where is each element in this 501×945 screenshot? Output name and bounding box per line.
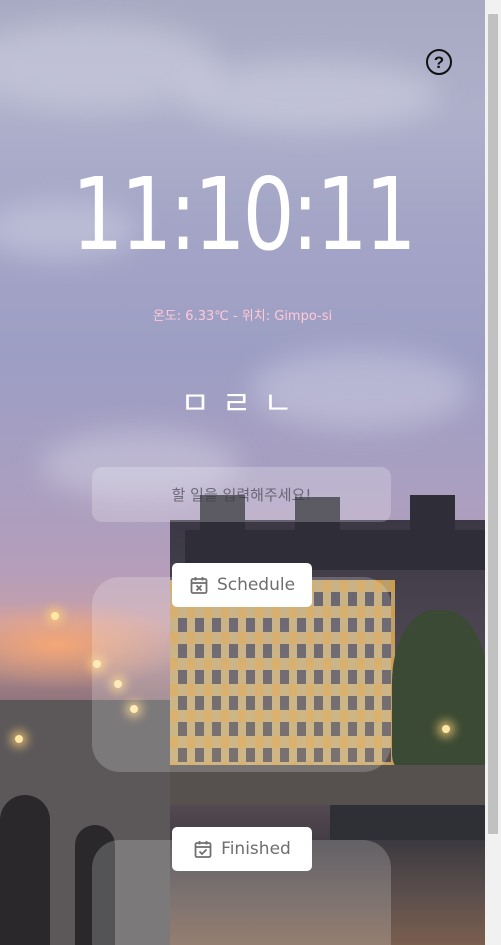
- weather-location-text: 온도: 6.33℃ - 위치: Gimpo-si: [152, 309, 333, 324]
- greeting-text: ㅁㄹㄴ: [180, 384, 305, 422]
- schedule-button[interactable]: Schedule: [172, 563, 312, 607]
- help-icon[interactable]: ?: [426, 49, 452, 75]
- finished-button-label: Finished: [221, 839, 291, 859]
- schedule-button-label: Schedule: [216, 575, 296, 595]
- calendar-check-icon: [194, 841, 212, 858]
- scrollbar-thumb[interactable]: [488, 14, 498, 834]
- clock-display: 11:10:11: [71, 156, 416, 273]
- todo-input[interactable]: [92, 467, 391, 522]
- vertical-scrollbar[interactable]: [485, 0, 501, 945]
- finished-button[interactable]: Finished: [172, 827, 312, 871]
- calendar-x-icon: [190, 577, 208, 594]
